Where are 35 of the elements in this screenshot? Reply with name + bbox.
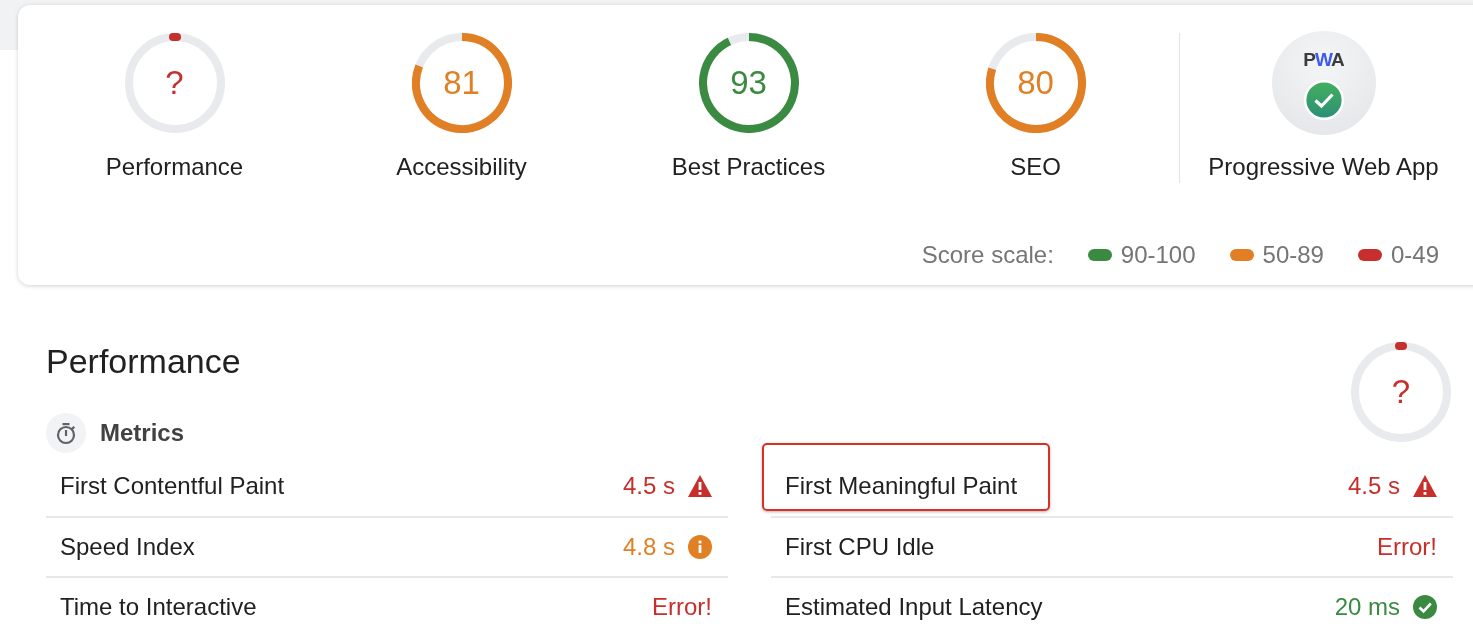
score-value: 93 [730, 64, 767, 102]
category-label: Performance [105, 153, 244, 181]
category-label: Progressive Web App [1208, 153, 1439, 181]
category-label: Accessibility [396, 153, 527, 181]
metrics-heading: Metrics [100, 419, 185, 447]
score-scale-label: Score scale: [921, 241, 1054, 269]
category-label: Best Practices [671, 153, 826, 181]
check-icon [1413, 595, 1437, 619]
stopwatch-icon [46, 413, 86, 453]
metric-value: Error! [652, 593, 712, 621]
metric-label: First CPU Idle [785, 533, 935, 561]
metric-value: 4.5 s [622, 472, 675, 500]
legend-label: 0-49 [1390, 241, 1439, 269]
warning-icon [1413, 475, 1437, 497]
metric-label: First Contentful Paint [60, 472, 285, 500]
pwa-logo-text: PWA [1303, 49, 1344, 71]
section-heading: Performance [46, 341, 241, 381]
metric-value: 20 ms [1334, 593, 1400, 621]
score-value: ? [1391, 373, 1411, 411]
score-value: 80 [1017, 64, 1054, 102]
score-value: ? [165, 64, 184, 102]
warning-icon [688, 475, 712, 497]
check-icon [1303, 80, 1344, 120]
score-value: 81 [443, 64, 480, 102]
metric-value: 4.5 s [1347, 472, 1400, 500]
metric-label: Estimated Input Latency [785, 593, 1043, 621]
metric-label: First Meaningful Paint [785, 472, 1018, 500]
legend-label: 50-89 [1262, 241, 1324, 269]
metric-value: 4.8 s [622, 533, 675, 561]
metric-label: Speed Index [60, 533, 195, 561]
category-label: SEO [1010, 153, 1061, 181]
metric-label: Time to Interactive [60, 593, 257, 621]
legend-label: 90-100 [1120, 241, 1196, 269]
metric-value: Error! [1377, 533, 1437, 561]
info-icon [688, 535, 712, 559]
